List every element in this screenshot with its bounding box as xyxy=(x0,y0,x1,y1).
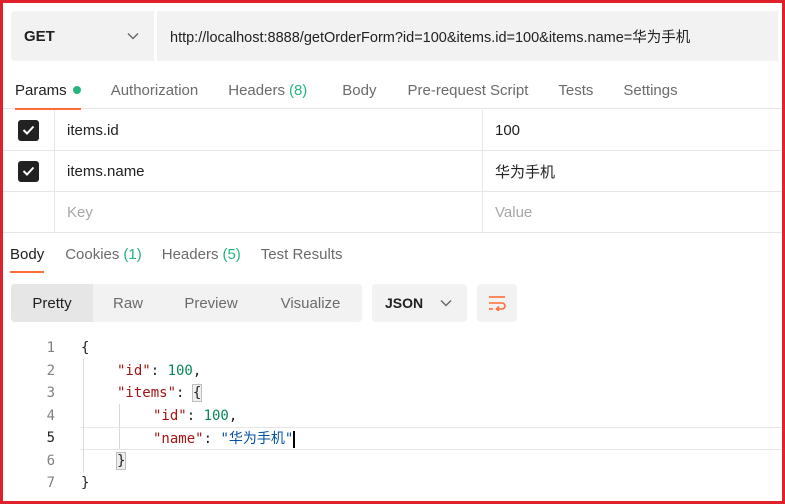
tab-params[interactable]: Params xyxy=(15,71,81,110)
wrap-lines-button[interactable] xyxy=(477,284,517,322)
tab-label: Params xyxy=(15,81,67,99)
tab-label: Tests xyxy=(558,81,594,99)
table-row: items.name 华为手机 xyxy=(3,151,782,192)
tab-count: (8) xyxy=(288,81,308,99)
tab-response-body[interactable]: Body xyxy=(10,235,45,273)
url-text: http://localhost:8888/getOrderForm?id=10… xyxy=(170,29,691,46)
param-checkbox-cell xyxy=(3,151,55,191)
tab-response-headers[interactable]: Headers (5) xyxy=(162,235,241,273)
view-label: Preview xyxy=(184,294,238,312)
view-mode-group: Pretty Raw Preview Visualize xyxy=(11,284,362,322)
key-placeholder: Key xyxy=(67,203,93,221)
tab-label: Cookies xyxy=(65,245,120,263)
method-label: GET xyxy=(24,27,55,45)
tab-label: Test Results xyxy=(260,245,343,263)
line-number: 1 xyxy=(46,340,55,357)
line-number: 3 xyxy=(46,385,55,402)
param-checkbox-cell xyxy=(3,192,55,232)
tab-label: Settings xyxy=(623,81,678,99)
tab-count: (5) xyxy=(222,245,241,263)
postman-request-panel: GET http://localhost:8888/getOrderForm?i… xyxy=(3,3,782,501)
line-number: 2 xyxy=(46,362,55,379)
param-key[interactable]: items.name xyxy=(55,151,483,191)
tab-cookies[interactable]: Cookies (1) xyxy=(65,235,142,273)
param-value-text: 100 xyxy=(495,121,521,139)
params-table: items.id 100 items.name 华为手机 Key Value xyxy=(3,110,782,233)
tab-count: (1) xyxy=(123,245,142,263)
text-caret xyxy=(293,430,296,448)
code-line: 4 "id": 100, xyxy=(3,405,782,428)
code-line: 3 "items": { xyxy=(3,382,782,405)
view-label: Raw xyxy=(112,294,143,312)
param-checkbox[interactable] xyxy=(18,160,39,182)
tab-body[interactable]: Body xyxy=(342,71,376,109)
response-toolbar: Pretty Raw Preview Visualize JSON xyxy=(11,284,517,322)
view-label: Pretty xyxy=(32,294,72,312)
param-value-text: 华为手机 xyxy=(495,163,556,181)
code-text: } xyxy=(81,475,90,492)
tab-settings[interactable]: Settings xyxy=(623,71,677,109)
line-number: 4 xyxy=(46,407,55,424)
line-number: 7 xyxy=(46,475,55,492)
tab-label: Body xyxy=(342,81,377,99)
param-checkbox[interactable] xyxy=(18,119,39,141)
param-key-text: items.id xyxy=(67,121,119,139)
param-value[interactable]: 华为手机 xyxy=(483,151,782,191)
table-row: items.id 100 xyxy=(3,110,782,151)
param-value[interactable]: 100 xyxy=(483,110,782,150)
check-icon xyxy=(22,166,35,176)
tab-label: Body xyxy=(10,245,45,263)
response-body-code[interactable]: 1 { 2 "id": 100, 3 "items": { 4 "id": 10… xyxy=(3,337,782,495)
param-value-input[interactable]: Value xyxy=(483,192,782,232)
wrap-lines-icon xyxy=(489,296,506,311)
code-text: } xyxy=(115,451,127,470)
url-bar: GET http://localhost:8888/getOrderForm?i… xyxy=(11,11,778,61)
code-line: 7 } xyxy=(3,472,782,495)
tab-label: Pre-request Script xyxy=(407,81,529,99)
view-pretty-button[interactable]: Pretty xyxy=(11,284,93,322)
code-text: "items": { xyxy=(117,384,203,403)
tab-label: Authorization xyxy=(110,81,199,99)
table-row-empty: Key Value xyxy=(3,192,782,233)
response-tabs: Body Cookies (1) Headers (5) Test Result… xyxy=(3,235,782,273)
param-key-input[interactable]: Key xyxy=(55,192,483,232)
tab-pre-request-script[interactable]: Pre-request Script xyxy=(408,71,529,109)
url-input[interactable]: http://localhost:8888/getOrderForm?id=10… xyxy=(157,11,778,61)
tab-test-results[interactable]: Test Results xyxy=(261,235,343,273)
param-key[interactable]: items.id xyxy=(55,110,483,150)
code-text: { xyxy=(81,340,90,357)
params-active-dot xyxy=(72,86,81,94)
code-line: 1 { xyxy=(3,337,782,360)
code-text: "name": "华为手机" xyxy=(153,430,296,448)
chevron-down-icon xyxy=(439,296,453,310)
value-placeholder: Value xyxy=(495,203,533,221)
request-tabs: Params Authorization Headers (8) Body Pr… xyxy=(3,71,782,110)
code-line: 6 } xyxy=(3,450,782,473)
code-line: 2 "id": 100, xyxy=(3,360,782,383)
tab-label: Headers xyxy=(161,245,219,263)
tab-authorization[interactable]: Authorization xyxy=(111,71,199,109)
format-label: JSON xyxy=(385,295,424,311)
view-visualize-button[interactable]: Visualize xyxy=(259,284,362,322)
check-icon xyxy=(22,125,35,135)
param-checkbox-cell xyxy=(3,110,55,150)
view-preview-button[interactable]: Preview xyxy=(163,284,259,322)
tab-headers[interactable]: Headers (8) xyxy=(228,71,307,109)
code-line-current: 5 "name": "华为手机" xyxy=(3,427,782,450)
tab-tests[interactable]: Tests xyxy=(558,71,593,109)
view-raw-button[interactable]: Raw xyxy=(93,284,163,322)
chevron-down-icon xyxy=(126,29,140,43)
line-number: 6 xyxy=(46,452,55,469)
view-label: Visualize xyxy=(280,294,341,312)
line-number: 5 xyxy=(46,430,55,447)
code-text: "id": 100, xyxy=(117,362,202,379)
format-select[interactable]: JSON xyxy=(372,284,467,322)
tab-label: Headers xyxy=(228,81,285,99)
method-select[interactable]: GET xyxy=(11,11,154,61)
code-text: "id": 100, xyxy=(153,407,238,424)
param-key-text: items.name xyxy=(67,162,145,180)
